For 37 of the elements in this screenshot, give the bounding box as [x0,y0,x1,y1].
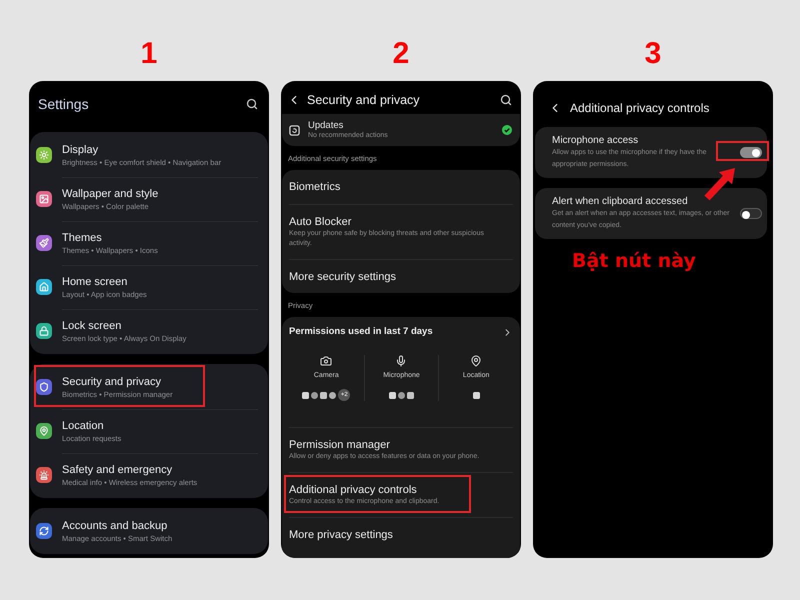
setting-title[interactable]: Biometrics [289,180,340,194]
callout-text: Bật nút này [572,249,696,274]
status-title: Updates [308,120,344,130]
step-number: 2 [392,37,410,71]
search-icon[interactable] [246,98,258,110]
screen-title: Security and privacy [307,92,420,108]
camera-icon[interactable] [320,355,332,367]
setting-title[interactable]: More privacy settings [289,528,393,542]
check-circle-icon [502,125,512,135]
setting-title[interactable]: Lock screen [62,319,122,333]
permissions-title[interactable]: Permissions used in last 7 days [289,325,433,339]
setting-title[interactable]: Accounts and backup [62,518,168,532]
toggle-switch[interactable] [740,208,762,219]
step-number: 1 [140,37,158,71]
setting-title[interactable]: Auto Blocker [289,215,352,229]
setting-title[interactable]: Home screen [62,275,128,289]
setting-title[interactable]: Display [62,142,98,156]
setting-title[interactable]: More security settings [289,270,396,284]
pointer-arrow [703,165,737,203]
setting-title[interactable]: Safety and emergency [62,463,172,477]
setting-title[interactable]: Additional privacy controls [289,483,417,497]
toggle-switch[interactable] [740,147,762,158]
step-number: 3 [644,37,662,71]
app-icon [472,392,480,398]
setting-title[interactable]: Location [62,419,104,433]
setting-title: Microphone access [552,134,638,147]
search-icon[interactable] [500,94,512,106]
screen-title: Additional privacy controls [570,100,710,116]
setting-title: Alert when clipboard accessed [552,195,688,208]
setting-title[interactable]: Permission manager [289,438,390,452]
refresh-icon [289,124,300,136]
screen-title: Settings [38,95,89,114]
setting-title[interactable]: Security and privacy [62,374,162,388]
map-pin-icon[interactable] [470,355,482,367]
setting-title[interactable]: Themes [62,231,102,245]
setting-title[interactable]: Wallpaper and style [62,187,158,201]
microphone-icon[interactable] [395,355,408,367]
